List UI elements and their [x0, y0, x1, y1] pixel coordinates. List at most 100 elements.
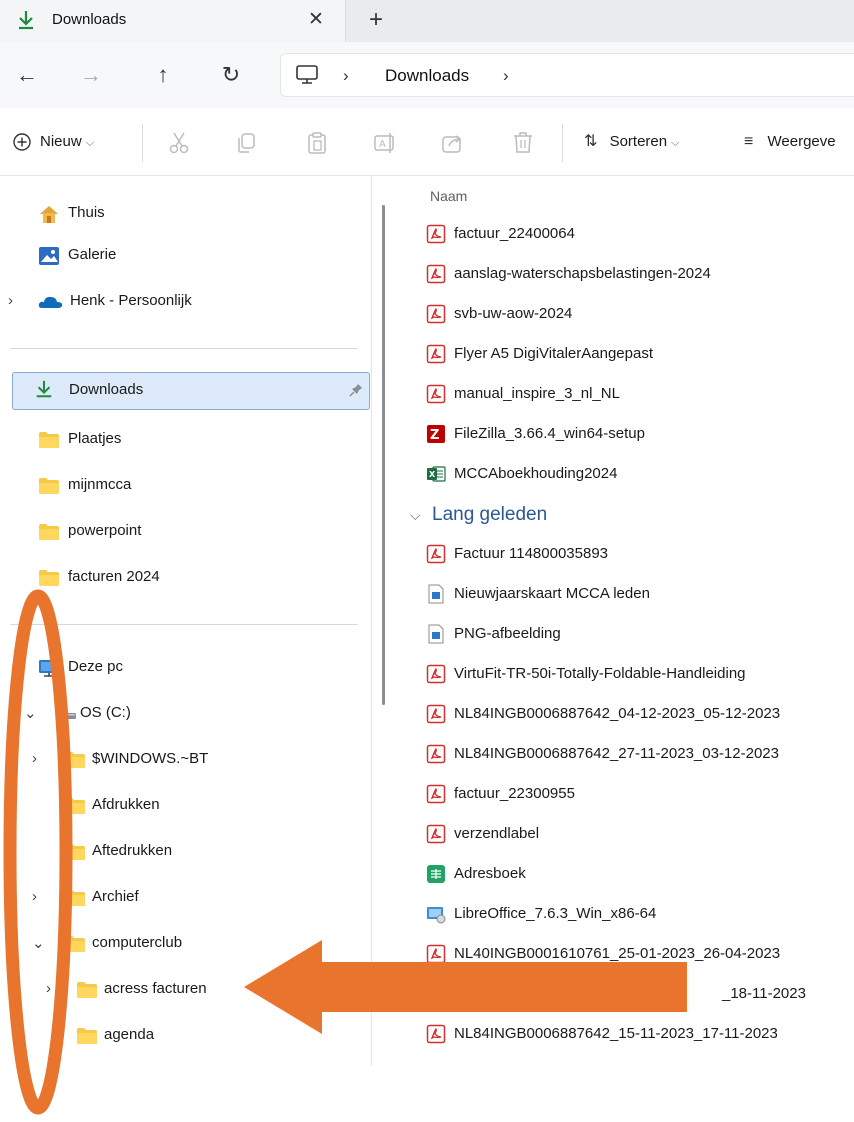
- nav-label: acress facturen: [104, 980, 207, 997]
- pdf-icon: [426, 344, 446, 364]
- folder-icon: [39, 524, 59, 540]
- file-row[interactable]: LibreOffice_7.6.3_Win_x86-64: [424, 896, 854, 934]
- nav-scrollbar[interactable]: [382, 205, 385, 705]
- back-button[interactable]: ←: [10, 58, 44, 92]
- file-name: _18-11-2023: [722, 985, 806, 1002]
- file-row[interactable]: NL40INGB0001610761_25-01-2023_26-04-2023: [424, 936, 854, 974]
- breadcrumb-separator[interactable]: ›: [503, 66, 509, 86]
- column-header-name[interactable]: Naam: [430, 188, 467, 204]
- file-row[interactable]: NL84INGB0006887642_04-12-2023_05-12-2023: [424, 696, 854, 734]
- nav-item-plaatjes[interactable]: Plaatjes: [0, 422, 370, 458]
- file-row[interactable]: factuur_22300955: [424, 776, 854, 814]
- image-file-icon: [428, 584, 444, 604]
- file-row[interactable]: PNG-afbeelding: [424, 616, 854, 654]
- nav-item-afdrukken[interactable]: Afdrukken: [0, 788, 370, 824]
- file-row[interactable]: VirtuFit-TR-50i-Totally-Foldable-Handlei…: [424, 656, 854, 694]
- nav-item-facturen-2024[interactable]: facturen 2024: [0, 560, 370, 596]
- breadcrumb-downloads[interactable]: Downloads: [385, 66, 469, 86]
- chevron-down-icon[interactable]: ⌄: [24, 704, 37, 722]
- file-name: Nieuwjaarskaart MCCA leden: [454, 585, 650, 602]
- folder-icon: [39, 432, 59, 448]
- paste-icon[interactable]: [304, 130, 330, 156]
- drive-icon: [58, 713, 76, 719]
- spreadsheet-icon: [427, 865, 445, 883]
- nav-item-agenda[interactable]: agenda: [0, 1018, 370, 1054]
- cut-icon[interactable]: [166, 130, 192, 156]
- file-name: factuur_22300955: [454, 785, 575, 802]
- forward-button[interactable]: →: [74, 58, 108, 92]
- file-row[interactable]: NL84INGB0006887642_27-11-2023_03-12-2023: [424, 736, 854, 774]
- file-row[interactable]: Flyer A5 DigiVitalerAangepast: [424, 336, 854, 374]
- pin-icon[interactable]: [349, 383, 363, 399]
- nav-item-downloads[interactable]: Downloads: [12, 372, 370, 410]
- chevron-right-icon[interactable]: ›: [8, 292, 13, 309]
- file-name: factuur_22400064: [454, 225, 575, 242]
- nav-label: computerclub: [92, 934, 183, 951]
- file-row[interactable]: svb-uw-aow-2024: [424, 296, 854, 334]
- file-row[interactable]: Factuur 114800035893: [424, 536, 854, 574]
- nav-item-computerclub[interactable]: ⌄ computerclub: [0, 926, 370, 962]
- pdf-icon: [426, 664, 446, 684]
- filezilla-icon: Z: [427, 425, 445, 443]
- chevron-right-icon[interactable]: ›: [32, 750, 37, 767]
- file-row[interactable]: factuur_22400064: [424, 216, 854, 254]
- sort-button[interactable]: ⇅ Sorteren ⌵: [584, 128, 679, 156]
- rename-icon[interactable]: A: [372, 130, 398, 156]
- copy-icon[interactable]: [234, 130, 260, 156]
- chevron-down-icon: ⌵: [85, 137, 95, 149]
- file-row[interactable]: verzendlabel: [424, 816, 854, 854]
- file-row[interactable]: Nieuwjaarskaart MCCA leden: [424, 576, 854, 614]
- divider: [562, 124, 563, 162]
- file-row[interactable]: _18-11-2023: [424, 976, 854, 1014]
- chevron-right-icon[interactable]: ›: [32, 888, 37, 905]
- nav-item-archief[interactable]: › Archief: [0, 880, 370, 916]
- nav-item-acress-facturen[interactable]: › acress facturen: [0, 972, 370, 1008]
- image-file-icon: [428, 624, 444, 644]
- file-name: NL84INGB0006887642_04-12-2023_05-12-2023: [454, 705, 781, 722]
- pdf-icon: [426, 744, 446, 764]
- pdf-icon: [426, 224, 446, 244]
- sort-label: Sorteren: [609, 133, 668, 150]
- new-tab-button[interactable]: +: [362, 4, 390, 36]
- folder-icon: [65, 752, 85, 768]
- share-icon[interactable]: [440, 130, 466, 156]
- file-row[interactable]: aanslag-waterschapsbelastingen-2024: [424, 256, 854, 294]
- new-button[interactable]: Nieuw ⌵: [12, 128, 94, 156]
- pdf-icon: [426, 984, 446, 1004]
- nav-label: powerpoint: [68, 522, 142, 539]
- nav-item-aftedrukken[interactable]: Aftedrukken: [0, 834, 370, 870]
- tab-close-icon[interactable]: ✕: [304, 6, 328, 34]
- view-button[interactable]: ≡ Weergeve: [744, 128, 836, 156]
- file-name: NL84INGB0006887642_27-11-2023_03-12-2023: [454, 745, 779, 762]
- nav-item-powerpoint[interactable]: powerpoint: [0, 514, 370, 550]
- file-name: VirtuFit-TR-50i-Totally-Foldable-Handlei…: [454, 665, 746, 682]
- file-row[interactable]: X MCCAboekhouding2024: [424, 456, 854, 494]
- nav-item-home[interactable]: Thuis: [0, 196, 370, 232]
- folder-icon: [65, 798, 85, 814]
- file-name: aanslag-waterschapsbelastingen-2024: [454, 265, 711, 282]
- nav-label: OS (C:): [80, 704, 131, 721]
- file-row[interactable]: NL84INGB0006887642_15-11-2023_17-11-2023: [424, 1016, 854, 1054]
- nav-item-mijnmcca[interactable]: mijnmcca: [0, 468, 370, 504]
- nav-item-onedrive[interactable]: › Henk - Persoonlijk: [0, 284, 370, 320]
- nav-item-gallery[interactable]: Galerie: [0, 238, 370, 274]
- file-name: NL84INGB0006887642_15-11-2023_17-11-2023: [454, 1025, 778, 1042]
- chevron-right-icon[interactable]: ›: [46, 980, 51, 997]
- nav-item-windows-bt[interactable]: › $WINDOWS.~BT: [0, 742, 370, 778]
- file-row[interactable]: manual_inspire_3_nl_NL: [424, 376, 854, 414]
- chevron-down-icon[interactable]: ⌄: [32, 934, 45, 952]
- svg-text:A: A: [379, 139, 386, 150]
- file-row[interactable]: Z FileZilla_3.66.4_win64-setup: [424, 416, 854, 454]
- delete-icon[interactable]: [510, 130, 536, 156]
- nav-item-deze-pc[interactable]: Deze pc: [0, 650, 370, 686]
- refresh-button[interactable]: ↻: [214, 58, 248, 92]
- nav-item-os-c[interactable]: ⌄ OS (C:): [0, 696, 370, 732]
- chevron-down-icon: ⌵: [410, 507, 421, 523]
- breadcrumb[interactable]: › Downloads ›: [280, 53, 854, 97]
- tab-downloads[interactable]: Downloads ✕: [0, 0, 346, 42]
- file-name: Adresboek: [454, 865, 526, 882]
- up-button[interactable]: ↑: [146, 58, 180, 92]
- nav-label: Downloads: [69, 381, 144, 398]
- file-row[interactable]: Adresboek: [424, 856, 854, 894]
- pdf-icon: [426, 784, 446, 804]
